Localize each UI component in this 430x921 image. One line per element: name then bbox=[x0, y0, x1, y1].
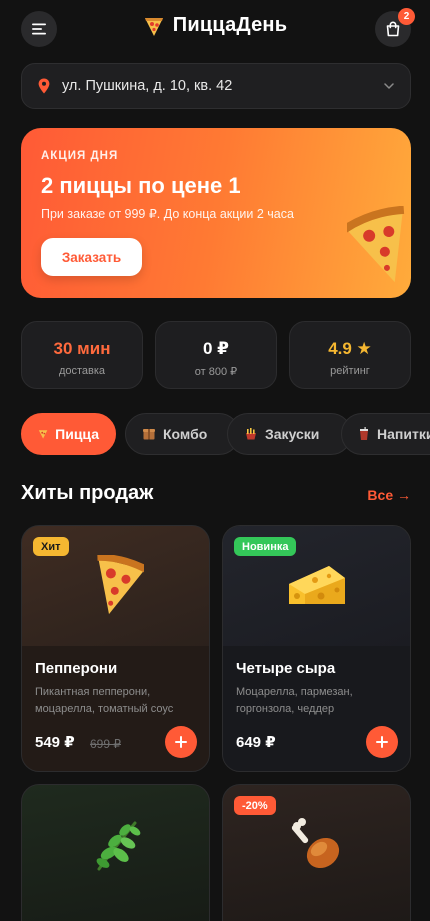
stat-delivery-time: 30 мин доставка bbox=[21, 321, 143, 389]
brand-name: ПиццаДень bbox=[172, 14, 288, 36]
product-price: 649 ₽ bbox=[236, 734, 276, 751]
plus-icon bbox=[175, 736, 187, 748]
cheese-icon bbox=[288, 566, 345, 604]
herb-icon bbox=[96, 821, 140, 871]
promo-title: 2 пиццы по цене 1 bbox=[41, 173, 241, 198]
chip-label: Комбо bbox=[163, 426, 208, 442]
stat-value: 4.9 ★ bbox=[328, 339, 372, 358]
product-card[interactable] bbox=[21, 784, 210, 921]
snack-icon bbox=[246, 428, 256, 440]
promo-banner: АКЦИЯ ДНЯ 2 пиццы по цене 1 При заказе о… bbox=[21, 128, 411, 298]
cart-button[interactable]: 2 bbox=[375, 8, 415, 47]
product-name: Пепперони bbox=[35, 660, 118, 677]
product-name: Четыре сыра bbox=[236, 660, 336, 677]
pizza-icon bbox=[38, 430, 48, 439]
add-to-cart-button[interactable] bbox=[165, 726, 197, 758]
category-chip-combo[interactable]: Комбо bbox=[125, 413, 240, 455]
product-description: Пикантная пепперони, моцарелла, томатный… bbox=[35, 686, 174, 715]
chip-label: Пицца bbox=[55, 426, 99, 442]
pizza-slice-icon bbox=[96, 555, 144, 615]
drink-icon bbox=[360, 427, 368, 440]
product-old-price: 699 ₽ bbox=[90, 737, 121, 751]
cart-count-badge: 2 bbox=[398, 8, 415, 25]
stat-label: доставка bbox=[58, 365, 106, 377]
shopping-bag-icon bbox=[386, 21, 400, 37]
box-icon bbox=[143, 429, 155, 440]
card-image-area bbox=[22, 785, 209, 905]
promo-tag: АКЦИЯ ДНЯ bbox=[41, 150, 119, 162]
category-chips: Пицца Комбо Закуски Напитки bbox=[21, 413, 430, 455]
stat-label: от 800 ₽ bbox=[194, 366, 238, 378]
product-card[interactable]: -20% bbox=[222, 784, 411, 921]
chip-label: Закуски bbox=[265, 426, 320, 442]
plus-icon bbox=[376, 736, 388, 748]
stat-value: 30 мин bbox=[53, 339, 111, 358]
product-badge: Новинка bbox=[234, 537, 297, 556]
stat-value: 0 ₽ bbox=[202, 339, 229, 358]
category-chip-pizza[interactable]: Пицца bbox=[21, 413, 116, 455]
category-chip-snacks[interactable]: Закуски bbox=[227, 413, 352, 455]
promo-subtitle: При заказе от 999 ₽. До конца акции 2 ча… bbox=[41, 207, 294, 221]
delivery-address-selector[interactable]: ул. Пушкина, д. 10, кв. 42 bbox=[21, 63, 411, 109]
chip-label: Напитки bbox=[377, 426, 430, 442]
product-badge: Хит bbox=[33, 537, 69, 556]
address-text: ул. Пушкина, д. 10, кв. 42 bbox=[62, 78, 233, 94]
order-button[interactable]: Заказать bbox=[41, 238, 142, 276]
product-card-four-cheese[interactable]: Новинка Четыре сыра Моцарелла, пармезан,… bbox=[222, 525, 411, 772]
brand-logo: ПиццаДень bbox=[0, 14, 430, 37]
section-title: Хиты продаж bbox=[21, 482, 154, 504]
see-all-link[interactable]: Все → bbox=[367, 487, 411, 503]
product-description: Моцарелла, пармезан, горгонзола, чеддер bbox=[236, 686, 353, 715]
stat-rating: 4.9 ★ рейтинг bbox=[289, 321, 411, 389]
chicken-leg-icon bbox=[291, 818, 339, 869]
product-price: 549 ₽ bbox=[35, 734, 75, 751]
stat-label: рейтинг bbox=[330, 365, 370, 377]
pizza-slice-icon bbox=[347, 206, 405, 283]
product-badge: -20% bbox=[234, 796, 276, 815]
stat-delivery-price: 0 ₽ от 800 ₽ bbox=[155, 321, 277, 389]
app-header: ПиццаДень 2 bbox=[0, 0, 430, 58]
category-chip-drinks[interactable]: Напитки bbox=[341, 413, 430, 455]
pizza-logo-icon bbox=[144, 17, 163, 36]
chevron-down-icon bbox=[384, 83, 394, 89]
location-pin-icon bbox=[38, 78, 50, 94]
product-card-pepperoni[interactable]: Хит Пепперони Пикантная пепперони, моцар… bbox=[21, 525, 210, 772]
add-to-cart-button[interactable] bbox=[366, 726, 398, 758]
